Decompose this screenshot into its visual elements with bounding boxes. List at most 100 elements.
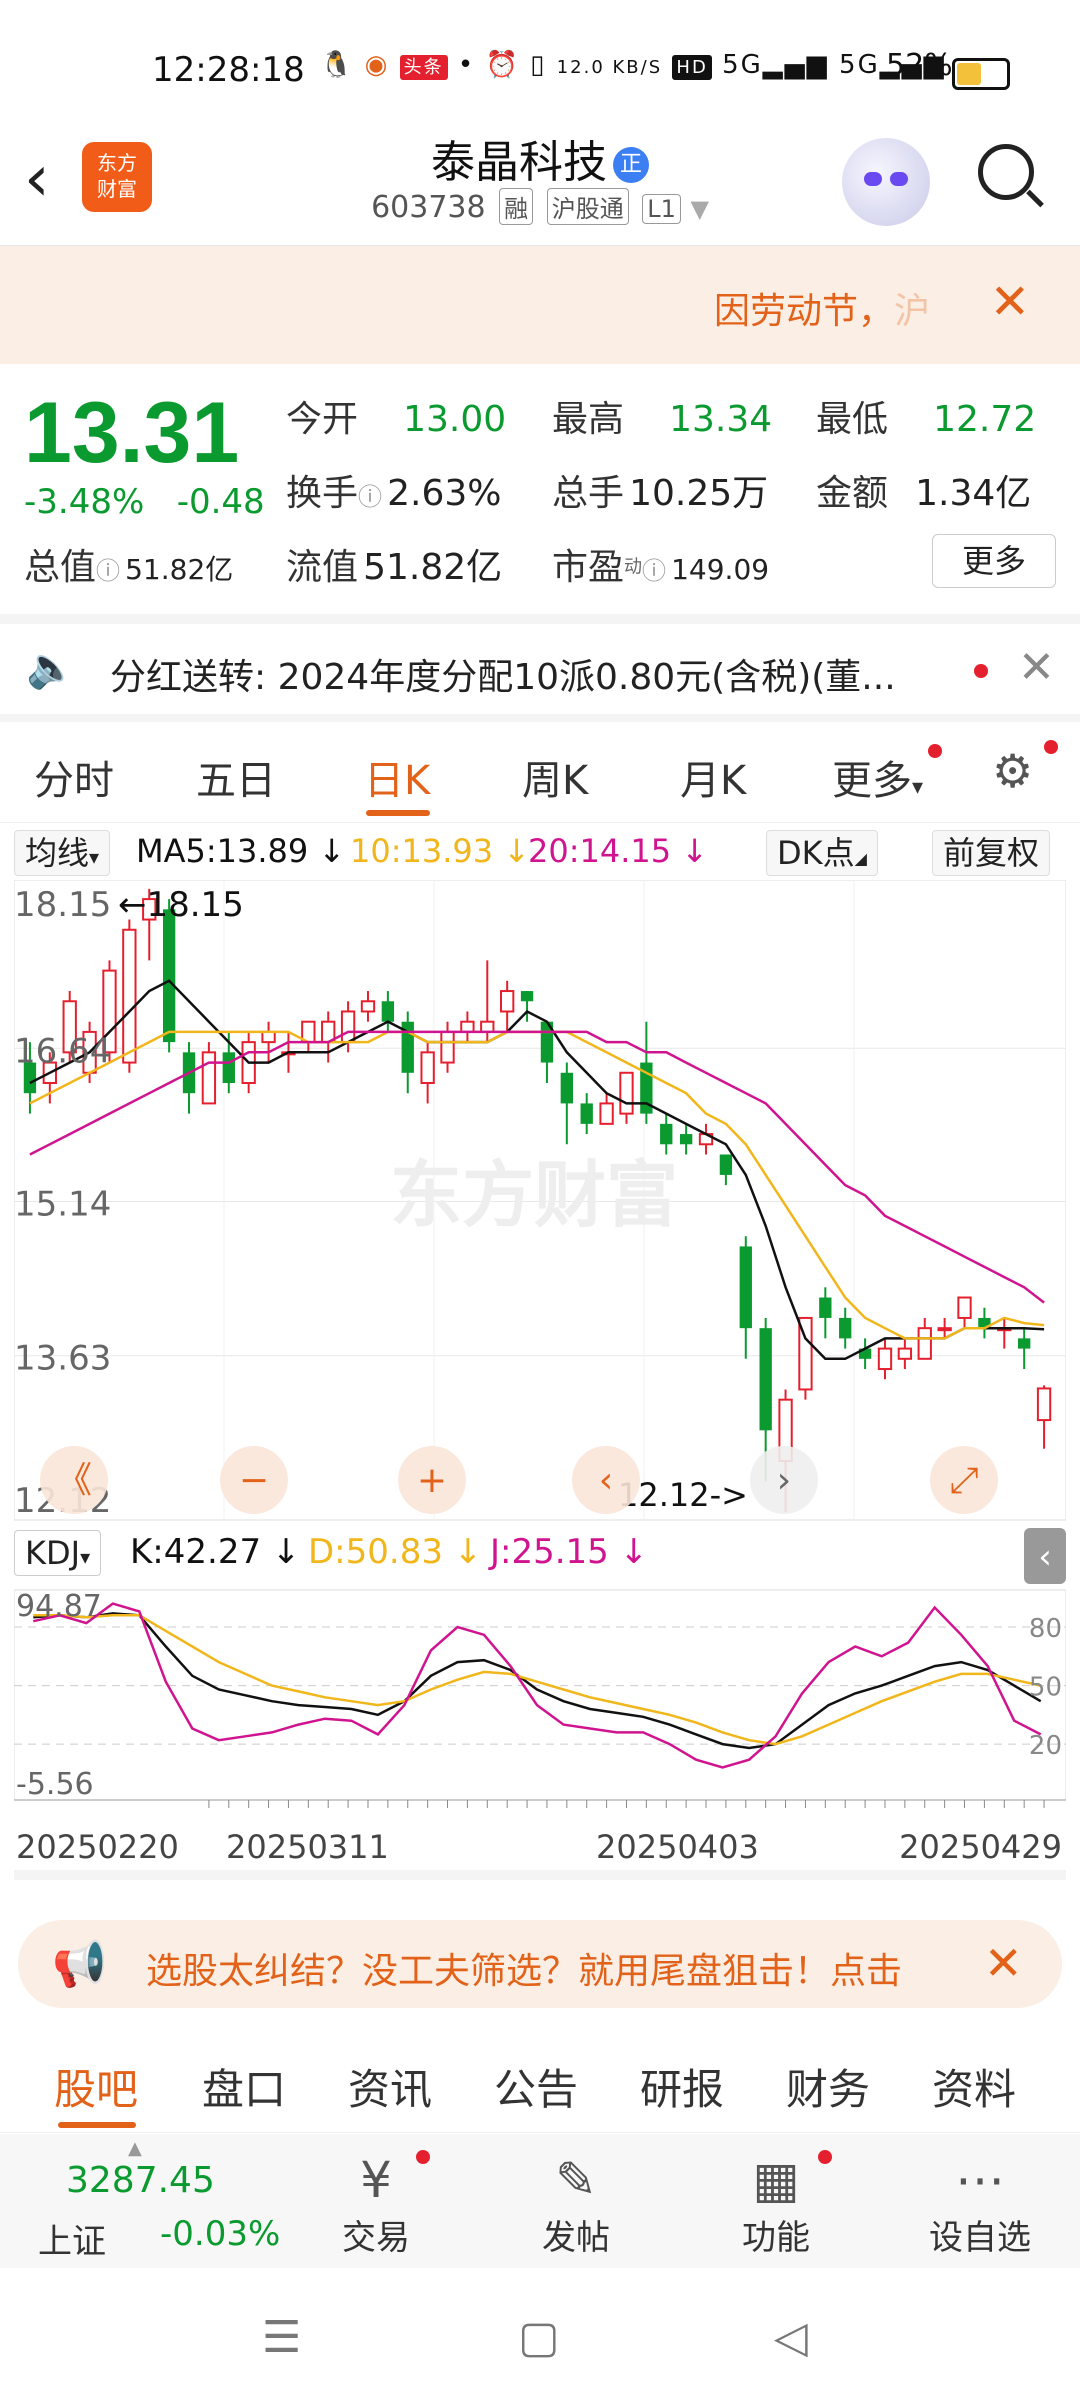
quote-panel: 13.31 -3.48% -0.48 今开 13.00 最高 13.34 最低 … [0,364,1080,614]
subtab-pankou[interactable]: 盘口 [202,2056,286,2117]
open-value: 13.00 [403,399,507,440]
kdj-k-value: K:42.27 ↓ [130,1532,301,1572]
gear-dot [1044,740,1058,754]
more-button[interactable]: 更多 [932,534,1056,588]
robot-assistant-icon[interactable] [842,138,930,226]
volume-label: 总手 [552,473,625,514]
home-icon[interactable]: ▢ [518,2312,560,2363]
candle-body [839,1317,852,1339]
candle-body [897,1347,913,1360]
promo-text: 选股太纠结？没工夫筛选？就用尾盘狙击！点击 [146,1951,903,1992]
low-label: 最低 [816,399,889,440]
candle-body [420,1051,435,1084]
dk-selector[interactable]: DK点◢ [766,830,878,876]
index-value[interactable]: 3287.45 [66,2160,215,2201]
volume-row: 总手 10.25万 [552,464,768,516]
subtab-news[interactable]: 资讯 [348,2056,432,2117]
candle-body [460,1020,475,1033]
mktcap-row[interactable]: 总值ⓘ 51.82亿 [24,538,233,590]
back-nav-icon[interactable]: ◁ [774,2312,808,2363]
watermark: 东方财富 [390,1153,678,1237]
kdj-left-tick: -5.56 [16,1767,94,1802]
candle-body [440,1030,455,1064]
tab-more[interactable]: 更多▾ [832,748,923,806]
chart-control-icon: ⤢ [950,1460,979,1501]
fq-button[interactable]: 前复权 [932,830,1051,876]
tab-intraday[interactable]: 分时 [34,748,114,806]
ma10-value: 10:13.93 ↓ [350,832,531,870]
pe-row[interactable]: 市盈动ⓘ 149.09 [552,538,769,590]
post-button[interactable]: ✎ 发帖 [506,2150,646,2259]
indicator-selector[interactable]: KDJ▾ [14,1530,102,1576]
candle-body [619,1071,634,1115]
y-tick-label: 16.64 [14,1031,111,1071]
functions-button[interactable]: ▦ 功能 [706,2150,846,2259]
dropdown-icon[interactable]: ▼ [690,195,708,223]
candle-body [340,1010,356,1044]
trade-label: 交易 [342,2218,410,2258]
tab-five-day[interactable]: 五日 [196,748,276,806]
x-date-label: 20250403 [596,1828,759,1866]
index-change[interactable]: -0.03% [160,2214,280,2254]
tab-daily-k[interactable]: 日K [364,748,430,806]
candle-body [222,1052,235,1083]
subtab-profile[interactable]: 资料 [932,2056,1016,2117]
candle-body [719,1154,733,1175]
hd-icon: HD [672,55,712,80]
subtab-research[interactable]: 研报 [640,2056,724,2117]
x-date-label: 20250220 [16,1828,179,1866]
x-axis: 20250220 20250311 20250403 20250429 [14,1799,1066,1880]
edit-icon: ✎ [555,2151,597,2209]
kdj-j-value: J:25.15 ↓ [490,1532,649,1572]
turnover-row[interactable]: 换手ⓘ 2.63% [286,464,501,516]
tab-weekly-k[interactable]: 周K [522,748,588,806]
caret-up-icon: ▲ [128,2138,142,2159]
dividend-close-icon[interactable]: ✕ [1018,642,1055,693]
kline-chart[interactable]: 东方财富 18.1516.6415.1413.6312.12 ←18.15 12… [14,880,1066,1880]
tag-level: L1 [642,194,681,224]
index-name[interactable]: 上证 [38,2214,106,2263]
candle-body [201,1051,217,1105]
candle-body [877,1347,893,1371]
stock-header: ‹ 东方 财富 泰晶科技正 603738 融 沪股通 L1 ▼ [0,120,1080,246]
candle-body [560,1072,573,1104]
holiday-notice[interactable]: 因劳动节，沪 ✕ [0,246,1080,364]
stock-name: 泰晶科技 [431,137,607,188]
info-icon: ⓘ [358,483,383,511]
candle-body [261,1030,276,1044]
tab-monthly-k[interactable]: 月K [680,748,746,806]
price-change: -3.48% -0.48 [24,482,265,522]
high-row: 最高 13.34 [552,390,772,442]
subtab-finance[interactable]: 财务 [786,2056,870,2117]
alarm-icon: ⏰ [485,50,520,80]
dividend-bar[interactable]: 🔈 分红送转: 2024年度分配10派0.80元(含税)(董... ✕ [0,624,1080,722]
post-label: 发帖 [542,2218,610,2258]
trade-button[interactable]: ¥ 交易 [306,2150,446,2259]
subtab-announcements[interactable]: 公告 [494,2056,578,2117]
y-tick-label: 18.15 [14,885,111,925]
tag-margin: 融 [499,188,534,225]
tab-underline [366,810,430,816]
amount-label: 金额 [816,473,889,514]
subtab-guba[interactable]: 股吧 [54,2056,138,2117]
candle-body [599,1102,614,1125]
promo-close-icon[interactable]: ✕ [984,1936,1023,1990]
search-icon[interactable] [978,144,1034,200]
float-label: 流值 [286,547,359,588]
kdj-right-tick: 50 [1029,1673,1062,1703]
chart-control-icon: 《 [56,1460,92,1501]
gear-icon[interactable]: ⚙ [992,744,1033,798]
notice-close-icon[interactable]: ✕ [990,274,1030,330]
promo-banner[interactable]: 📢 选股太纠结？没工夫筛选？就用尾盘狙击！点击 ✕ [18,1920,1062,2008]
add-watchlist-button[interactable]: ⋯ 设自选 [910,2150,1050,2259]
info-icon: ⓘ [96,557,121,585]
candle-body [679,1134,693,1145]
candle-body [520,991,534,1002]
ma-selector[interactable]: 均线▾ [14,830,111,876]
menu-icon[interactable]: ☰ [262,2312,301,2363]
candle-body [580,1103,593,1124]
more-dot [928,744,942,758]
pe-value: 149.09 [671,553,770,586]
battery-icon [952,58,1010,90]
y-tick-label: 15.14 [14,1184,111,1224]
